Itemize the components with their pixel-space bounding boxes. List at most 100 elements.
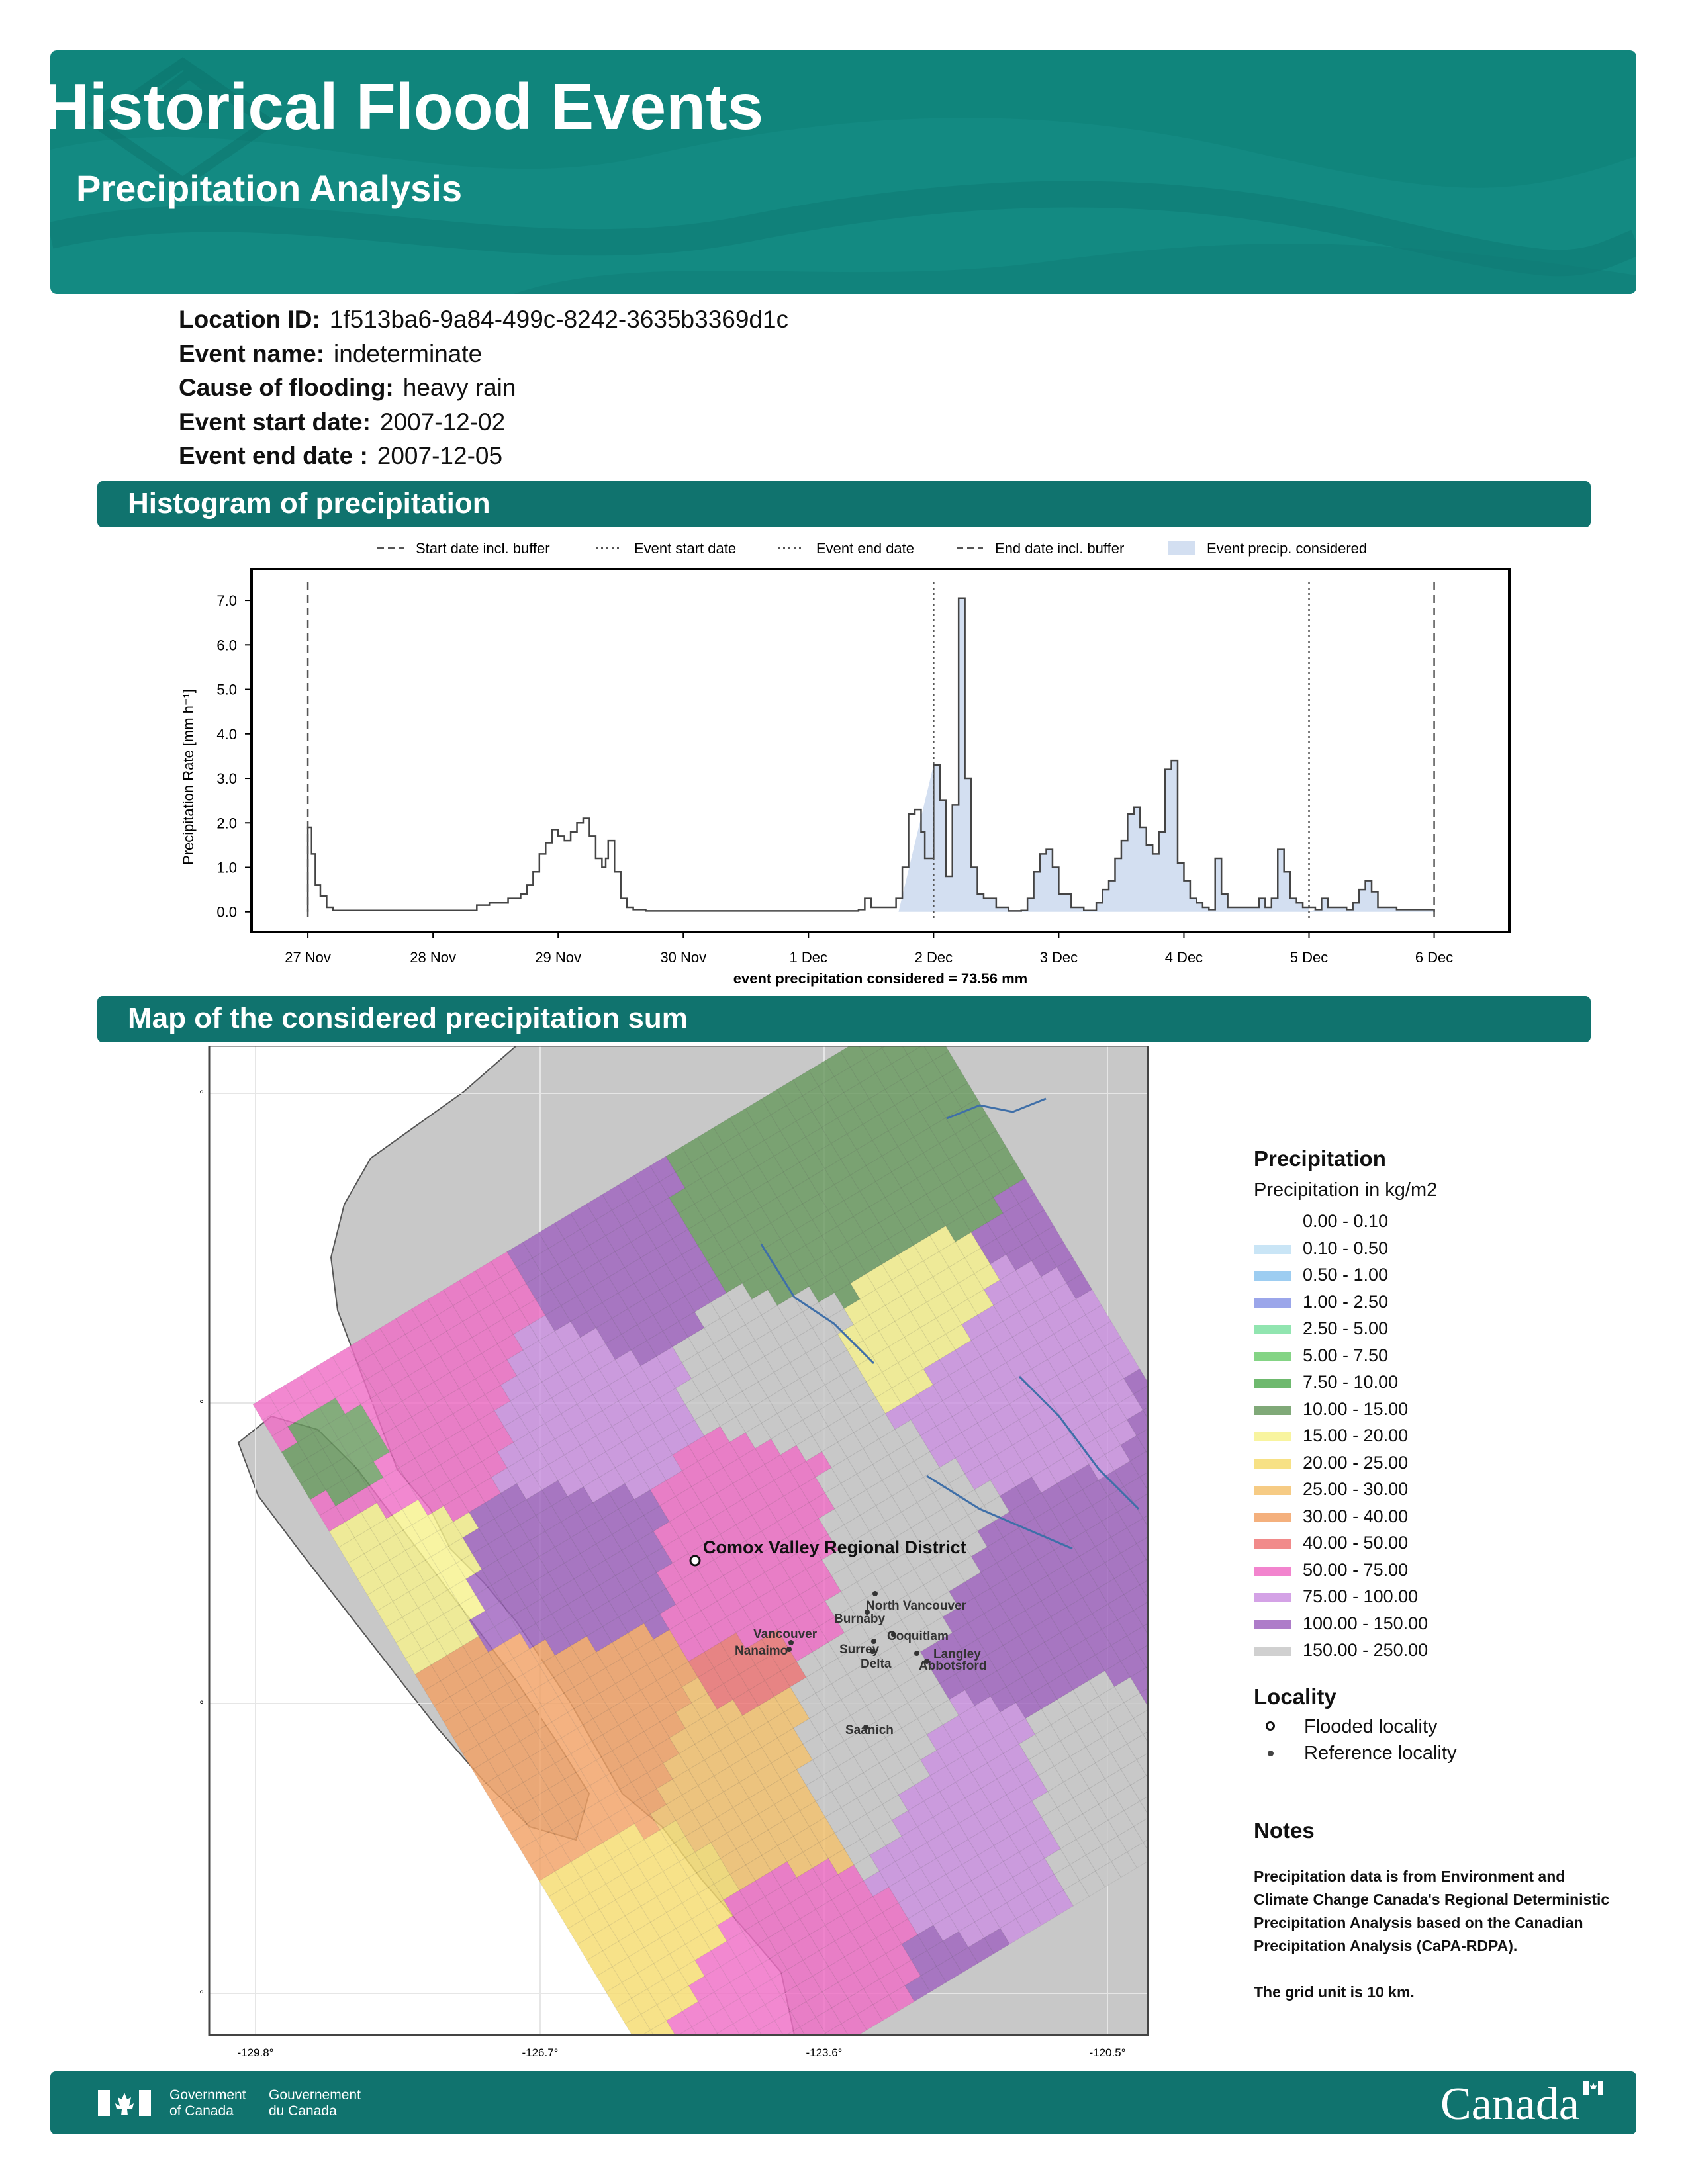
legend-swatch [1254, 1512, 1291, 1522]
precipitation-series-line [306, 597, 1435, 912]
legend-label: 30.00 - 40.00 [1303, 1506, 1409, 1526]
legend-swatch [1254, 1405, 1291, 1415]
grid-cell [1159, 1607, 1165, 1632]
grid-cell [769, 2036, 794, 2062]
legend-title: Precipitation [1254, 1146, 1386, 1171]
info-end-date: Event end date : 2007-12-05 [179, 442, 502, 470]
legend-swatch-fill [1168, 541, 1195, 555]
page-subtitle: Precipitation Analysis [76, 167, 462, 209]
grid-cell [1156, 1566, 1165, 1591]
legend-swatch [1254, 1298, 1291, 1308]
reference-locality-label: Delta [861, 1657, 892, 1671]
grid-cell [1145, 1666, 1148, 1671]
reference-locality-label: Coquitlam [887, 1629, 949, 1643]
y-tick-label: 1.0 [216, 860, 237, 876]
grid-cell [695, 2059, 720, 2065]
grid-cell [1149, 1591, 1165, 1616]
reference-locality-label: Saanich [845, 1723, 894, 1737]
legend-entry-label: Event start date [634, 540, 736, 557]
gov-en-line1: Government [169, 2087, 246, 2103]
histogram-reference-lines [306, 582, 1435, 919]
legend-swatch [1254, 1539, 1291, 1549]
latitude-tick-label: +52.9° [199, 1088, 204, 1101]
legend-swatch [1254, 1351, 1291, 1361]
legend-entry-label: Event precip. considered [1207, 540, 1367, 557]
gov-fr-line1: Gouvernement [269, 2087, 361, 2103]
flooded-locality-label: Comox Valley Regional District [703, 1537, 966, 1557]
grid-cell [1152, 1633, 1165, 1658]
grid-cell [1162, 1649, 1165, 1674]
legend-reference-row: Reference locality [1262, 1743, 1457, 1764]
info-start-date: Event start date: 2007-12-02 [179, 408, 505, 436]
location-id-label: Location ID: [179, 306, 320, 333]
legend-swatch [1254, 1459, 1291, 1469]
grid-cell [670, 2052, 695, 2065]
reference-locality-marker [872, 1591, 878, 1596]
legend-entry-label: Start date incl. buffer [416, 540, 550, 557]
x-tick-label: 27 Nov [285, 949, 331, 966]
x-tick-label: 6 Dec [1415, 949, 1453, 966]
legend-label: 5.00 - 7.50 [1303, 1345, 1389, 1365]
legend-label: 2.50 - 5.00 [1303, 1318, 1389, 1338]
notes-body: Precipitation data is from Environment a… [1254, 1865, 1611, 2004]
page-title: Historical Flood Events [42, 70, 764, 143]
section-map-title: Map of the considered precipitation sum [128, 1002, 688, 1034]
legend-swatch [1254, 1566, 1291, 1576]
grid-cell [1152, 1741, 1165, 1766]
event-precip-fill [898, 598, 1309, 912]
legend-swatch [1254, 1593, 1291, 1602]
legend-swatch [1254, 1379, 1291, 1388]
locality-legend-title: Locality [1254, 1684, 1336, 1709]
grid-cell [1149, 1700, 1165, 1725]
legend-swatch [1254, 1647, 1291, 1656]
end-date-label: Event end date : [179, 442, 368, 469]
grid-cell [1162, 1756, 1165, 1782]
grid-cell [644, 2046, 669, 2065]
legend-label: 0.50 - 1.00 [1303, 1265, 1389, 1285]
legend-entry-label: End date incl. buffer [995, 540, 1124, 557]
histogram-y-label: Precipitation Rate [mm h⁻¹] [180, 689, 197, 865]
longitude-tick-label: -129.8° [237, 2046, 273, 2059]
grid-cell [1145, 1558, 1148, 1563]
y-tick-label: 4.0 [216, 726, 237, 743]
legend-label: 40.00 - 50.00 [1303, 1533, 1409, 1553]
gov-fr-line2: du Canada [269, 2103, 337, 2118]
longitude-tick-label: -123.6° [806, 2046, 842, 2059]
gov-en: Government of Canada [169, 2087, 246, 2119]
x-tick-label: 30 Nov [660, 949, 706, 966]
end-date-value: 2007-12-05 [377, 442, 503, 469]
reference-locality-marker [870, 1649, 875, 1654]
legend-swatch [1254, 1218, 1291, 1227]
grid-cell [686, 2043, 711, 2065]
histogram-y-ticks: 0.0 1.0 2.0 3.0 4.0 5.0 6.0 7.0 [216, 592, 252, 921]
start-date-value: 2007-12-02 [379, 408, 506, 435]
y-tick-label: 6.0 [216, 637, 237, 653]
legend-label: 7.50 - 10.00 [1303, 1372, 1399, 1392]
grid-cell [1156, 1782, 1165, 1807]
reference-locality-label: Abbotsford [919, 1659, 986, 1673]
grid-cell [1156, 1674, 1165, 1699]
y-tick-label: 0.0 [216, 904, 237, 921]
legend-label: 25.00 - 30.00 [1303, 1479, 1409, 1499]
reference-marker-icon [1268, 1751, 1274, 1756]
gov-fr: Gouvernement du Canada [269, 2087, 361, 2119]
reference-locality-label: Nanaimo [735, 1644, 788, 1658]
histogram-legend: Start date incl. buffer Event start date E… [377, 540, 1367, 557]
notes-text-source: Precipitation data is from Environment a… [1254, 1868, 1610, 1954]
map-latitude-ticks: +52.9° +50.8° +48.7° +46.6° [199, 1088, 204, 2001]
histogram-x-label: event precipitation considered = 73.56 m… [733, 970, 1027, 987]
precipitation-map: +52.9°+50.8°+48.7°+46.6° -129.8°-126.7°-… [199, 1046, 1165, 2065]
section-histogram-title: Histogram of precipitation [128, 487, 491, 520]
legend-swatch [1254, 1244, 1291, 1254]
info-event-name: Event name: indeterminate [179, 340, 482, 368]
flooded-marker-icon [1266, 1721, 1275, 1731]
legend-label: 100.00 - 150.00 [1303, 1613, 1429, 1633]
canada-flag-icon [98, 2090, 151, 2116]
grid-cell [737, 2056, 762, 2065]
info-cause: Cause of flooding: heavy rain [179, 374, 516, 402]
grid-cell [1146, 1774, 1148, 1779]
grid-cell [1145, 1450, 1148, 1455]
flooded-locality-marker [689, 1555, 701, 1567]
reference-locality-label: North Vancouver [866, 1599, 967, 1613]
event-name-label: Event name: [179, 340, 325, 367]
